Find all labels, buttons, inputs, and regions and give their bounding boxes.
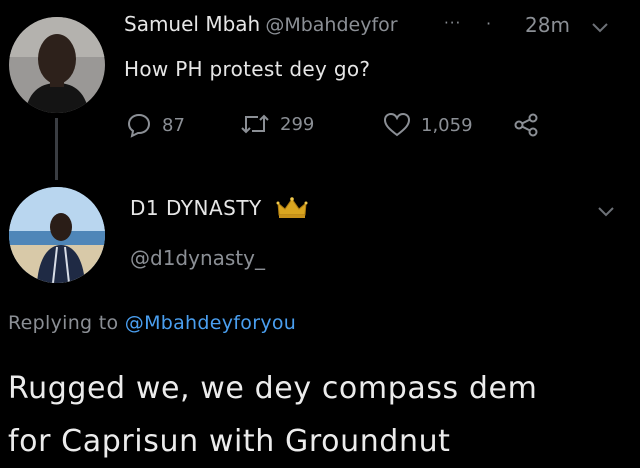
thread-connector bbox=[55, 118, 58, 180]
replying-mention-link[interactable]: @Mbahdeyforyou bbox=[125, 312, 296, 334]
replying-prefix: Replying to bbox=[8, 312, 119, 334]
meta-separator: · bbox=[486, 14, 492, 33]
share-button[interactable] bbox=[513, 112, 541, 138]
heart-icon bbox=[383, 112, 411, 137]
crown-icon bbox=[276, 197, 308, 218]
reply-text-line: for Caprisun with Groundnut bbox=[8, 424, 451, 459]
tweet-header: Samuel Mbah @Mbahdeyfor bbox=[124, 12, 398, 36]
tweet-text: How PH protest dey go? bbox=[124, 57, 371, 81]
chevron-down-icon[interactable] bbox=[597, 203, 615, 222]
replying-to: Replying to @Mbahdeyforyou bbox=[8, 312, 296, 334]
reply-text-line: Rugged we, we dey compass dem bbox=[8, 371, 538, 406]
share-icon bbox=[514, 113, 538, 137]
avatar[interactable] bbox=[9, 17, 105, 113]
like-button[interactable]: 1,059 bbox=[383, 112, 473, 138]
author-name[interactable]: Samuel Mbah bbox=[124, 12, 260, 36]
author-handle[interactable]: @Mbahdeyfor bbox=[265, 14, 397, 36]
reply-author: D1 DYNASTY bbox=[130, 196, 308, 220]
chevron-down-icon[interactable] bbox=[591, 19, 609, 38]
reply-button[interactable]: 87 bbox=[126, 112, 185, 138]
avatar[interactable] bbox=[9, 187, 105, 283]
reply-icon bbox=[127, 113, 151, 138]
reply-author-handle[interactable]: @d1dynasty_ bbox=[130, 246, 265, 270]
like-count: 1,059 bbox=[421, 114, 473, 136]
reply-author-name[interactable]: D1 DYNASTY bbox=[130, 196, 262, 220]
retweet-count: 299 bbox=[280, 113, 315, 135]
retweet-icon bbox=[241, 114, 269, 134]
reply-count: 87 bbox=[162, 114, 185, 136]
reply-text: Rugged we, we dey compass dem for Capris… bbox=[8, 362, 638, 468]
avatar-photo bbox=[9, 187, 105, 283]
handle-truncation: ··· bbox=[444, 14, 462, 32]
retweet-button[interactable]: 299 bbox=[240, 112, 314, 136]
avatar-photo bbox=[9, 17, 105, 113]
tweet-timestamp[interactable]: 28m bbox=[525, 13, 570, 37]
